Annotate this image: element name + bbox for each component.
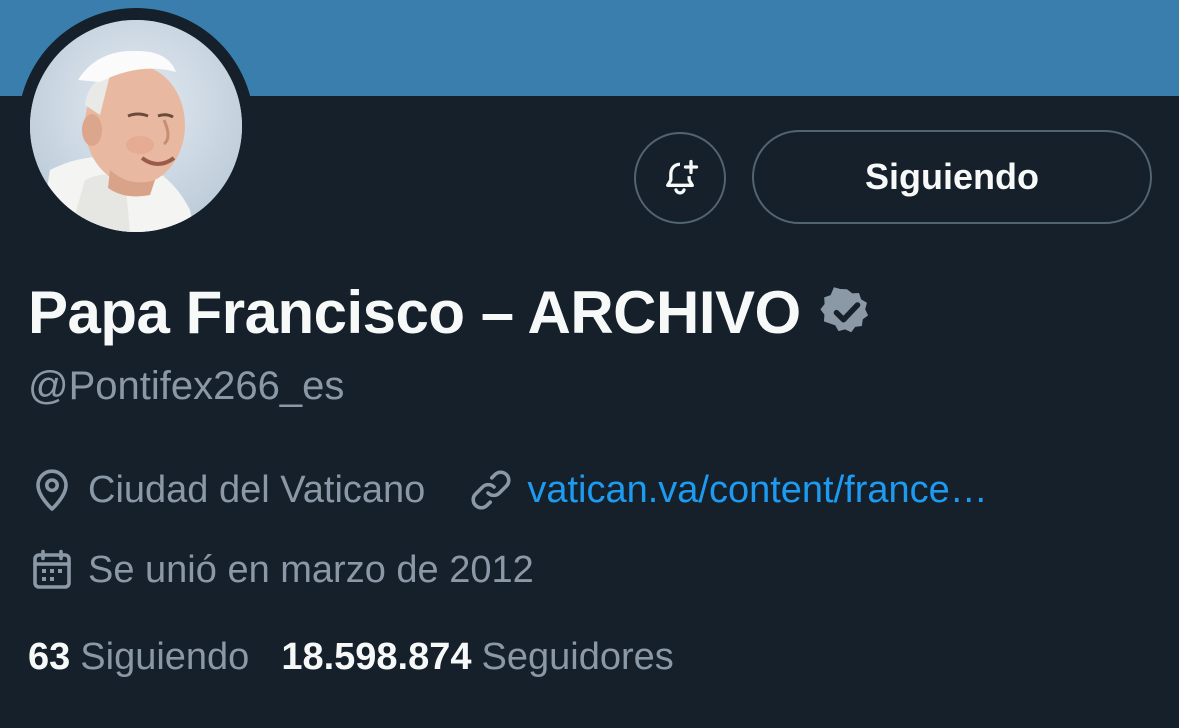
avatar-photo [30,20,242,232]
display-name: Papa Francisco – ARCHIVO [28,278,801,346]
bell-plus-icon [666,159,699,195]
profile-join-row: Se unió en marzo de 2012 [28,546,534,594]
location-text: Ciudad del Vaticano [88,468,426,511]
join-date: Se unió en marzo de 2012 [28,546,534,594]
followers-count: 18.598.874 [281,636,472,678]
website[interactable]: vatican.va/content/france… [467,466,988,514]
avatar[interactable] [30,20,242,232]
calendar-icon [28,546,76,594]
profile-meta-row: Ciudad del Vaticano vatican.va/content/f… [28,466,988,514]
following-stat[interactable]: 63 Siguiendo [28,636,249,679]
profile-stats: 63 Siguiendo 18.598.874 Seguidores [28,636,674,679]
location: Ciudad del Vaticano [28,466,425,514]
profile-handle: @Pontifex266_es [28,364,345,408]
following-count: 63 [28,636,71,678]
website-link[interactable]: vatican.va/content/france… [527,469,987,512]
verified-badge-icon[interactable] [819,284,875,340]
profile-header: Siguiendo Papa Francisco – ARCHIVO @Pont… [0,0,1179,728]
following-button-label: Siguiendo [865,156,1039,197]
followers-label: Seguidores [481,636,674,678]
followers-stat[interactable]: 18.598.874 Seguidores [281,636,673,679]
following-button[interactable]: Siguiendo [752,130,1152,224]
link-icon [467,466,515,514]
join-date-text: Se unió en marzo de 2012 [88,548,534,591]
notifications-button[interactable] [634,132,726,224]
following-label: Siguiendo [80,636,250,678]
location-pin-icon [28,466,76,514]
display-name-row: Papa Francisco – ARCHIVO [28,276,875,348]
